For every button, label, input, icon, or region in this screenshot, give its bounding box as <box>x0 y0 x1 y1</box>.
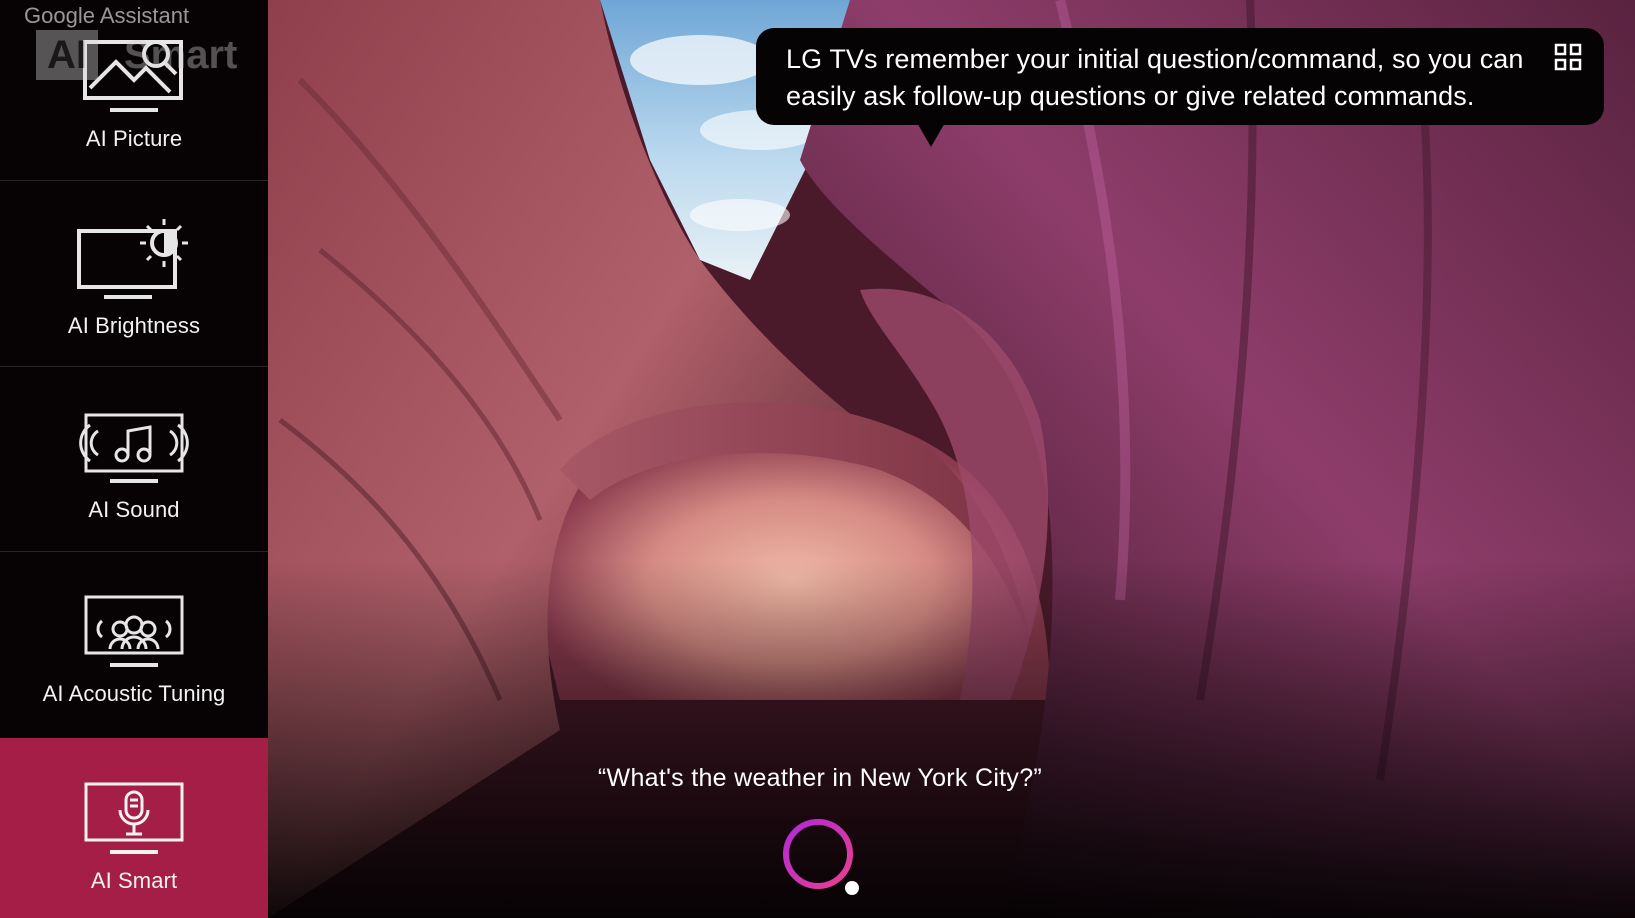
assistant-listening-icon[interactable] <box>778 816 860 898</box>
sidebar-item-ai-smart[interactable]: AI Smart <box>0 738 268 918</box>
ghost-heading-text: Smart <box>124 32 238 77</box>
sidebar-item-label: AI Acoustic Tuning <box>42 681 226 706</box>
sidebar-item-ai-acoustic-tuning[interactable]: AI Acoustic Tuning <box>0 553 268 737</box>
sidebar-item-label: AI Sound <box>88 497 180 522</box>
voice-query-text: “What's the weather in New York City?” <box>597 764 1043 792</box>
bubble-tail <box>916 121 946 147</box>
ai-brightness-icon <box>77 219 188 299</box>
ai-smart-microphone-icon <box>84 782 184 854</box>
google-assistant-header: Google Assistant <box>24 3 190 28</box>
sidebar-item-label: AI Brightness <box>67 313 201 338</box>
divider <box>0 180 268 181</box>
sidebar: AI Picture AI Brightness AI Sound AI Aco… <box>0 0 268 918</box>
ai-acoustic-tuning-icon <box>84 595 184 667</box>
ai-sound-icon <box>79 413 189 483</box>
sidebar-item-label: AI Picture <box>85 126 183 151</box>
tip-text: LG TVs remember your initial question/co… <box>786 44 1524 111</box>
apps-grid-icon[interactable] <box>1554 43 1582 71</box>
assistant-tip-bubble: LG TVs remember your initial question/co… <box>756 28 1604 125</box>
divider <box>0 551 268 552</box>
divider <box>0 366 268 367</box>
ghost-ai-smart-heading: AI Smart <box>36 30 237 80</box>
ghost-heading-box: AI <box>36 30 98 80</box>
sidebar-item-ai-brightness[interactable]: AI Brightness <box>0 182 268 366</box>
sidebar-item-ai-sound[interactable]: AI Sound <box>0 368 268 551</box>
sidebar-item-label: AI Smart <box>90 868 178 893</box>
